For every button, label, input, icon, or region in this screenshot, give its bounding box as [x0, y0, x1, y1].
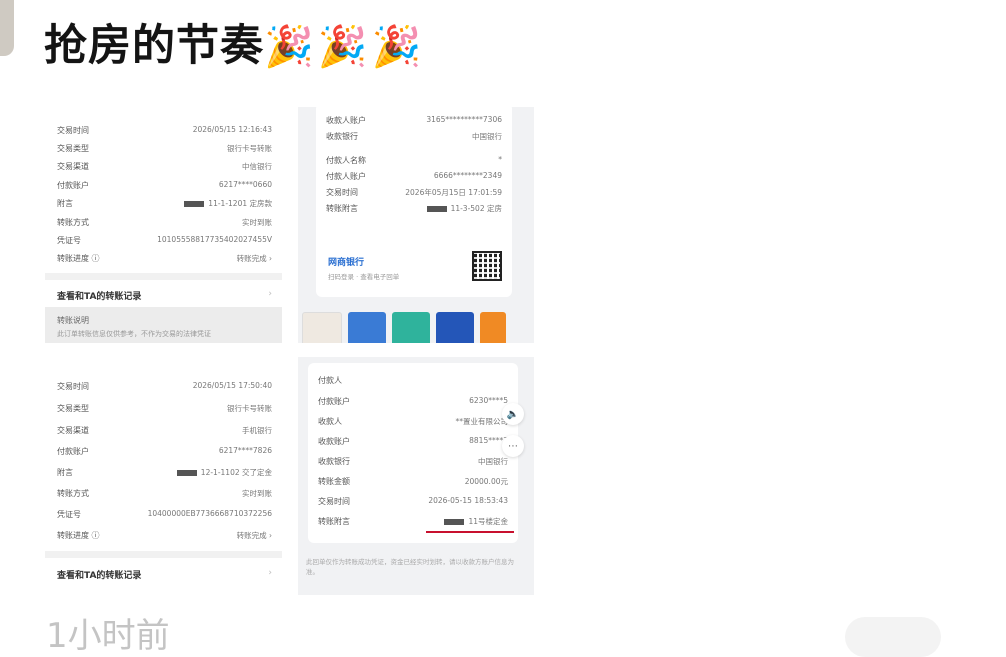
detail-row: 交易类型 银行卡号转账 — [57, 404, 272, 413]
receipt-card: 付款人 付款账户 6230****5 收款人 **置业有限公司 收款账户 8815**… — [308, 363, 518, 543]
detail-row: 交易时间 2026/05/15 17:50:40 — [57, 381, 272, 391]
transfer-screenshot-2[interactable]: 收款人账户 3165**********7306 收款银行 中国银行 付款人名称 * … — [298, 107, 534, 343]
detail-row: 交易时间 2026/05/15 12:16:43 — [57, 125, 272, 135]
transfer-note-box: 转账说明 此订单转账信息仅供参考，不作为交易的法律凭证 — [45, 307, 282, 343]
avatar[interactable] — [0, 0, 14, 56]
detail-row: 收款人账户 3165**********7306 — [326, 115, 502, 125]
post-timestamp: 1小时前 — [46, 616, 170, 656]
red-underline — [426, 531, 514, 533]
detail-row: 转账附言 11号楼定金 — [318, 517, 508, 526]
detail-row: 收款银行 中国银行 — [318, 457, 508, 466]
post-title-text: 抢房的节奏 — [44, 21, 264, 71]
detail-row: 付款人账户 6666********2349 — [326, 171, 502, 181]
detail-row: 付款账户 6230****5 — [318, 396, 508, 406]
redacted-mark — [444, 519, 465, 525]
detail-row: 交易时间 2026-05-15 18:53:43 — [318, 496, 508, 506]
detail-row: 交易渠道 手机银行 — [57, 426, 272, 435]
detail-row: 收款银行 中国银行 — [326, 132, 502, 141]
detail-row: 付款账户 6217****0660 — [57, 180, 272, 190]
post-title: 抢房的节奏🎉🎉🎉 — [44, 6, 425, 87]
thumbnail-image[interactable] — [392, 312, 430, 343]
party-popper-icons: 🎉🎉🎉 — [264, 24, 426, 70]
divider — [45, 273, 282, 280]
thumbnail-image[interactable] — [302, 312, 342, 343]
bank-logo: 网商银行 扫码登录 · 查看电子回单 — [328, 258, 400, 281]
detail-row[interactable]: 转账进度 ⓘ 转账完成 › — [57, 253, 272, 264]
detail-row: 附言 11-1-1201 定房款 — [57, 199, 272, 208]
detail-row: 转账金额 20000.00元 — [318, 477, 508, 486]
redacted-mark — [176, 470, 197, 476]
chevron-right-icon: › — [268, 289, 272, 299]
detail-row[interactable]: 转账进度 ⓘ 转账完成 › — [57, 530, 272, 541]
detail-row: 付款账户 6217****7826 — [57, 446, 272, 456]
detail-row: 收款账户 8815****7 — [318, 436, 508, 446]
thumbnail-image[interactable] — [436, 312, 474, 343]
detail-row: 凭证号 10105558817735402027455V — [57, 235, 272, 245]
detail-row: 转账方式 实时到账 — [57, 489, 272, 498]
detail-row: 凭证号 10400000EB7736668710372256 — [57, 509, 272, 519]
thumbnail-strip — [302, 312, 534, 343]
chevron-right-icon: › — [268, 568, 272, 578]
view-transfer-records-link[interactable]: 查看和TA的转账记录 › — [57, 289, 272, 302]
divider — [45, 551, 282, 558]
more-icon[interactable]: ⋯ — [502, 435, 524, 457]
thumbnail-image[interactable] — [480, 312, 506, 343]
detail-row: 交易时间 2026年05月15日 17:01:59 — [326, 188, 502, 197]
redacted-mark — [184, 201, 205, 207]
transfer-screenshot-4[interactable]: 付款人 付款账户 6230****5 收款人 **置业有限公司 收款账户 8815**… — [298, 357, 534, 595]
detail-row: 附言 12-1-1102 交了定金 — [57, 468, 272, 477]
detail-row: 收款人 **置业有限公司 — [318, 417, 508, 426]
receipt-card: 收款人账户 3165**********7306 收款银行 中国银行 付款人名称 * … — [316, 107, 512, 297]
detail-row: 交易类型 银行卡号转账 — [57, 144, 272, 153]
action-pill-button[interactable] — [845, 617, 941, 657]
detail-row: 交易渠道 中信银行 — [57, 162, 272, 171]
receipt-footer-note: 此回单仅作为转账成功凭证，资金已经实时划转，请以收款方账户信息为准。 — [306, 558, 514, 576]
detail-row: 转账方式 实时到账 — [57, 218, 272, 227]
redacted-mark — [426, 206, 447, 212]
view-transfer-records-link[interactable]: 查看和TA的转账记录 › — [57, 568, 272, 581]
qr-code-icon[interactable] — [472, 251, 502, 281]
detail-row: 付款人 — [318, 376, 342, 385]
transfer-screenshot-1[interactable]: 交易时间 2026/05/15 12:16:43 交易类型 银行卡号转账 交易渠道中… — [45, 107, 282, 343]
speaker-icon[interactable]: 🔈 — [502, 403, 524, 425]
detail-row: 付款人名称 * — [326, 155, 502, 165]
thumbnail-image[interactable] — [348, 312, 386, 343]
detail-row: 转账附言 11-3-502 定房 — [326, 204, 502, 213]
transfer-screenshot-3[interactable]: 交易时间 2026/05/15 17:50:40 交易类型 银行卡号转账 交易渠道手… — [45, 357, 282, 595]
